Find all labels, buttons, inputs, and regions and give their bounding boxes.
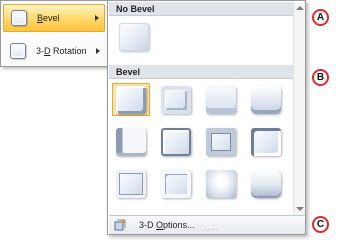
bevel-header: Bevel [109, 65, 293, 79]
gallery-item-bevel[interactable] [202, 125, 240, 158]
bevel-swatch [161, 169, 191, 198]
callout-c: C [312, 216, 329, 233]
gallery-item-bevel[interactable] [112, 83, 150, 116]
callout-a: A [312, 9, 329, 26]
bevel-swatch [251, 169, 281, 198]
bevel-swatch [206, 85, 236, 114]
no-bevel-header: No Bevel [109, 2, 293, 16]
gallery-item-bevel[interactable] [112, 125, 150, 158]
menu-item-3d-rotation[interactable]: 3-D Rotation [3, 37, 105, 65]
3d-options-label: 3-D Options... [139, 220, 195, 230]
3d-options-icon [114, 219, 126, 231]
bevel-swatch [116, 85, 146, 114]
gallery-item-bevel[interactable] [247, 125, 285, 158]
resize-grip-icon[interactable]: ···· [204, 226, 219, 234]
bevel-swatch [116, 169, 146, 198]
bevel-swatch [206, 169, 236, 198]
3d-options-button[interactable]: 3-D Options... ···· [109, 215, 305, 234]
gallery-item-bevel[interactable] [247, 83, 285, 116]
scroll-down-icon[interactable] [296, 207, 304, 211]
bevel-gallery-panel: No Bevel Bevel 3-D Options... ···· [107, 0, 306, 235]
gallery-item-bevel[interactable] [157, 125, 195, 158]
menu-item-bevel-label: Bevel [37, 13, 60, 23]
gallery-item-bevel[interactable] [112, 167, 150, 200]
bevel-swatch [161, 85, 191, 114]
submenu-arrow-icon [95, 15, 99, 21]
menu-item-3d-rotation-label: 3-D Rotation [36, 46, 87, 56]
callout-b: B [312, 69, 329, 86]
gallery-item-no-bevel[interactable] [115, 20, 153, 53]
gallery-item-bevel[interactable] [157, 167, 195, 200]
bevel-swatch [161, 127, 191, 156]
bevel-swatch [206, 127, 236, 156]
gallery-item-bevel[interactable] [247, 167, 285, 200]
submenu-arrow-icon [96, 48, 100, 54]
gallery-item-bevel[interactable] [202, 167, 240, 200]
shape-effects-submenu: Bevel 3-D Rotation [0, 0, 108, 67]
bevel-icon [11, 10, 27, 26]
scroll-up-icon[interactable] [296, 6, 304, 10]
bevel-swatch [251, 85, 281, 114]
3d-rotation-icon [10, 43, 26, 59]
gallery-item-bevel[interactable] [202, 83, 240, 116]
no-bevel-swatch [119, 22, 149, 51]
menu-item-bevel[interactable]: Bevel [3, 4, 105, 32]
bevel-swatch [116, 127, 146, 156]
gallery-scrollbar[interactable] [293, 2, 305, 215]
gallery-item-bevel[interactable] [157, 83, 195, 116]
bevel-swatch [251, 127, 281, 156]
